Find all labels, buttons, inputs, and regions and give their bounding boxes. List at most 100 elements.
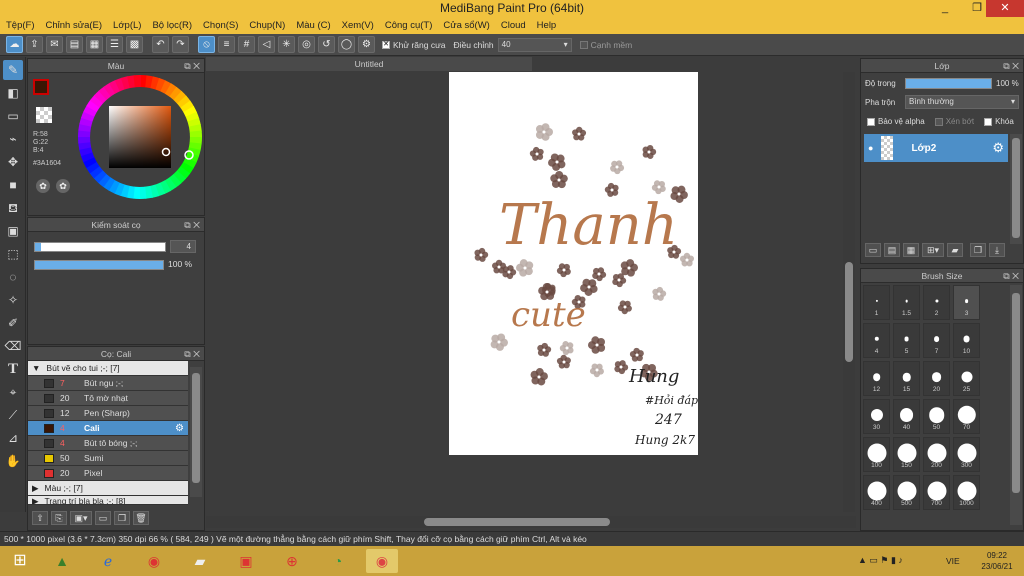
menu-layer[interactable]: Lớp(L) [113, 20, 141, 31]
zalo-icon[interactable]: ◔ [322, 549, 354, 573]
brush-size-cell[interactable]: 400 [863, 475, 890, 510]
antialias-checkbox[interactable]: ✕ [382, 40, 393, 50]
menu-window[interactable]: Cửa sổ(W) [443, 20, 489, 31]
menu-color[interactable]: Màu (C) [296, 20, 330, 31]
grid-icon[interactable]: ▩ [126, 36, 143, 53]
brush-size-cell[interactable]: 1 [863, 285, 890, 320]
page-icon[interactable]: ▦ [86, 36, 103, 53]
correction-select[interactable]: 40 ▾ [497, 37, 572, 52]
protect-alpha-checkbox[interactable]: Bảo vệ alpha [867, 117, 925, 126]
tray-icons[interactable]: ▲ ▭ ⚑ ▮ ♪ [858, 555, 903, 566]
palette-settings-icon[interactable]: ✿ [56, 179, 70, 193]
lock-checkbox[interactable]: Khóa [984, 117, 1014, 126]
transparent-color-swatch[interactable] [36, 107, 52, 123]
brush-row[interactable]: 7 Bút ngu ;-; [28, 376, 188, 391]
clock[interactable]: 09:22 23/06/21 [976, 550, 1018, 572]
duplicate-layer-icon[interactable]: ❐ [970, 243, 986, 257]
duplicate-icon[interactable]: ❐ [114, 511, 130, 525]
brush-tool-icon[interactable]: ✎ [3, 60, 23, 80]
brush-size-cell[interactable]: 100 [863, 437, 890, 472]
close-button[interactable]: ✕ [986, 0, 1024, 17]
menu-select[interactable]: Chọn(S) [203, 20, 238, 31]
palette-icon[interactable]: ✿ [36, 179, 50, 193]
operation-tool-icon[interactable]: ⌖ [3, 382, 23, 402]
brush-group-header[interactable]: ▶ Màu ;-; [7] [28, 481, 188, 496]
brush-size-cell[interactable]: 300 [953, 437, 980, 472]
brush-size-cell[interactable]: 50 [923, 399, 950, 434]
brush-group-header[interactable]: ▶ Trang trí bla bla ;-; [8] [28, 496, 188, 505]
ellipse-snap-icon[interactable]: ◯ [338, 36, 355, 53]
brush-size-cell[interactable]: 700 [923, 475, 950, 510]
eraser-tool-icon[interactable]: ◧ [3, 83, 23, 103]
panel-close-icon[interactable]: ⧉ ✕ [1003, 269, 1019, 283]
layer-list-scrollbar[interactable] [1010, 134, 1022, 244]
copy-brush-icon[interactable]: ⎘ [51, 511, 67, 525]
brush-size-cell[interactable]: 2 [923, 285, 950, 320]
menu-view[interactable]: Xem(V) [342, 20, 374, 31]
cross-snap-icon[interactable]: # [238, 36, 255, 53]
new-halftone-layer-icon[interactable]: ▤ [884, 243, 900, 257]
brush-size-scrollbar[interactable] [1010, 285, 1022, 525]
brush-size-cell[interactable]: 30 [863, 399, 890, 434]
brush-size-input[interactable]: 4 [170, 240, 196, 253]
chrome-icon[interactable]: ◉ [138, 549, 170, 573]
windows-start-icon[interactable]: ⊞ [4, 549, 36, 573]
text-tool-icon[interactable]: T [3, 359, 23, 379]
new-layer-icon[interactable]: ▭ [865, 243, 881, 257]
brush-row[interactable]: 20 Pixel [28, 466, 188, 481]
medibang-taskbar-icon[interactable]: ◉ [366, 549, 398, 573]
comment-icon[interactable]: ✉ [46, 36, 63, 53]
redo-icon[interactable]: ↷ [172, 36, 189, 53]
brush-row[interactable]: 20 Tô mờ nhạt [28, 391, 188, 406]
undo-icon[interactable]: ↶ [152, 36, 169, 53]
office-icon[interactable]: ▣ [230, 549, 262, 573]
folder-icon[interactable]: ▭ [95, 511, 111, 525]
hand-tool-icon[interactable]: ✋ [3, 451, 23, 471]
brush-size-cell[interactable]: 20 [923, 361, 950, 396]
chat-icon[interactable]: ▤ [66, 36, 83, 53]
menu-snap[interactable]: Chụp(N) [249, 20, 285, 31]
select-pen-tool-icon[interactable]: ✐ [3, 313, 23, 333]
internet-explorer-icon[interactable]: ℯ [92, 549, 124, 573]
brush-group-header[interactable]: ▼ Bút vẽ cho tui ;-; [7] [28, 361, 188, 376]
select-eraser-tool-icon[interactable]: ⌫ [3, 336, 23, 356]
cloud-icon[interactable]: ☁ [6, 36, 23, 53]
magic-wand-tool-icon[interactable]: ✧ [3, 290, 23, 310]
eye-icon[interactable]: ● [868, 143, 873, 153]
brush-size-cell[interactable]: 10 [953, 323, 980, 358]
brush-size-cell[interactable]: 500 [893, 475, 920, 510]
move-tool-icon[interactable]: ✥ [3, 152, 23, 172]
delete-icon[interactable]: 🗑 [133, 511, 149, 525]
share-icon[interactable]: ⇪ [26, 36, 43, 53]
panel-close-icon[interactable]: ⧉ ✕ [184, 59, 200, 73]
layer-menu-icon[interactable]: ⊞▾ [922, 243, 944, 257]
brush-size-slider[interactable] [34, 242, 166, 252]
menu-filter[interactable]: Bộ lọc(R) [152, 20, 192, 31]
menu-tools[interactable]: Công cụ(T) [385, 20, 433, 31]
brush-size-cell[interactable]: 4 [863, 323, 890, 358]
document-tab[interactable]: Untitled [206, 57, 532, 71]
soft-edge-checkbox[interactable] [579, 40, 591, 50]
layer-row[interactable]: ● Lớp2 ⚙ [864, 134, 1008, 162]
radial-snap-icon[interactable]: ✳ [278, 36, 295, 53]
brush-row[interactable]: 50 Sumi [28, 451, 188, 466]
menu-help[interactable]: Help [537, 20, 557, 31]
select-tool-icon[interactable]: ⬚ [3, 244, 23, 264]
brush-size-cell[interactable]: 3 [953, 285, 980, 320]
brush-list-scrollbar[interactable] [190, 367, 202, 497]
brush-size-cell[interactable]: 5 [893, 323, 920, 358]
brush-size-cell[interactable]: 7 [923, 323, 950, 358]
menu-file[interactable]: Tệp(F) [6, 20, 35, 31]
panel-close-icon[interactable]: ⧉ ✕ [184, 347, 200, 361]
bluestacks-icon[interactable]: ▲ [46, 549, 78, 573]
brush-size-cell[interactable]: 200 [923, 437, 950, 472]
brush-settings-gear-icon[interactable]: ⚙ [175, 423, 184, 434]
bucket-tool-icon[interactable]: ⛾ [3, 198, 23, 218]
minimize-button[interactable]: _ [930, 0, 960, 17]
foreground-color-swatch[interactable] [33, 79, 49, 95]
new-8bit-layer-icon[interactable]: ▦ [903, 243, 919, 257]
curve-snap-icon[interactable]: ↺ [318, 36, 335, 53]
divide-tool-icon[interactable]: ⟋ [3, 405, 23, 425]
brush-opacity-slider[interactable] [34, 260, 164, 270]
language-indicator[interactable]: VIE [946, 556, 960, 566]
